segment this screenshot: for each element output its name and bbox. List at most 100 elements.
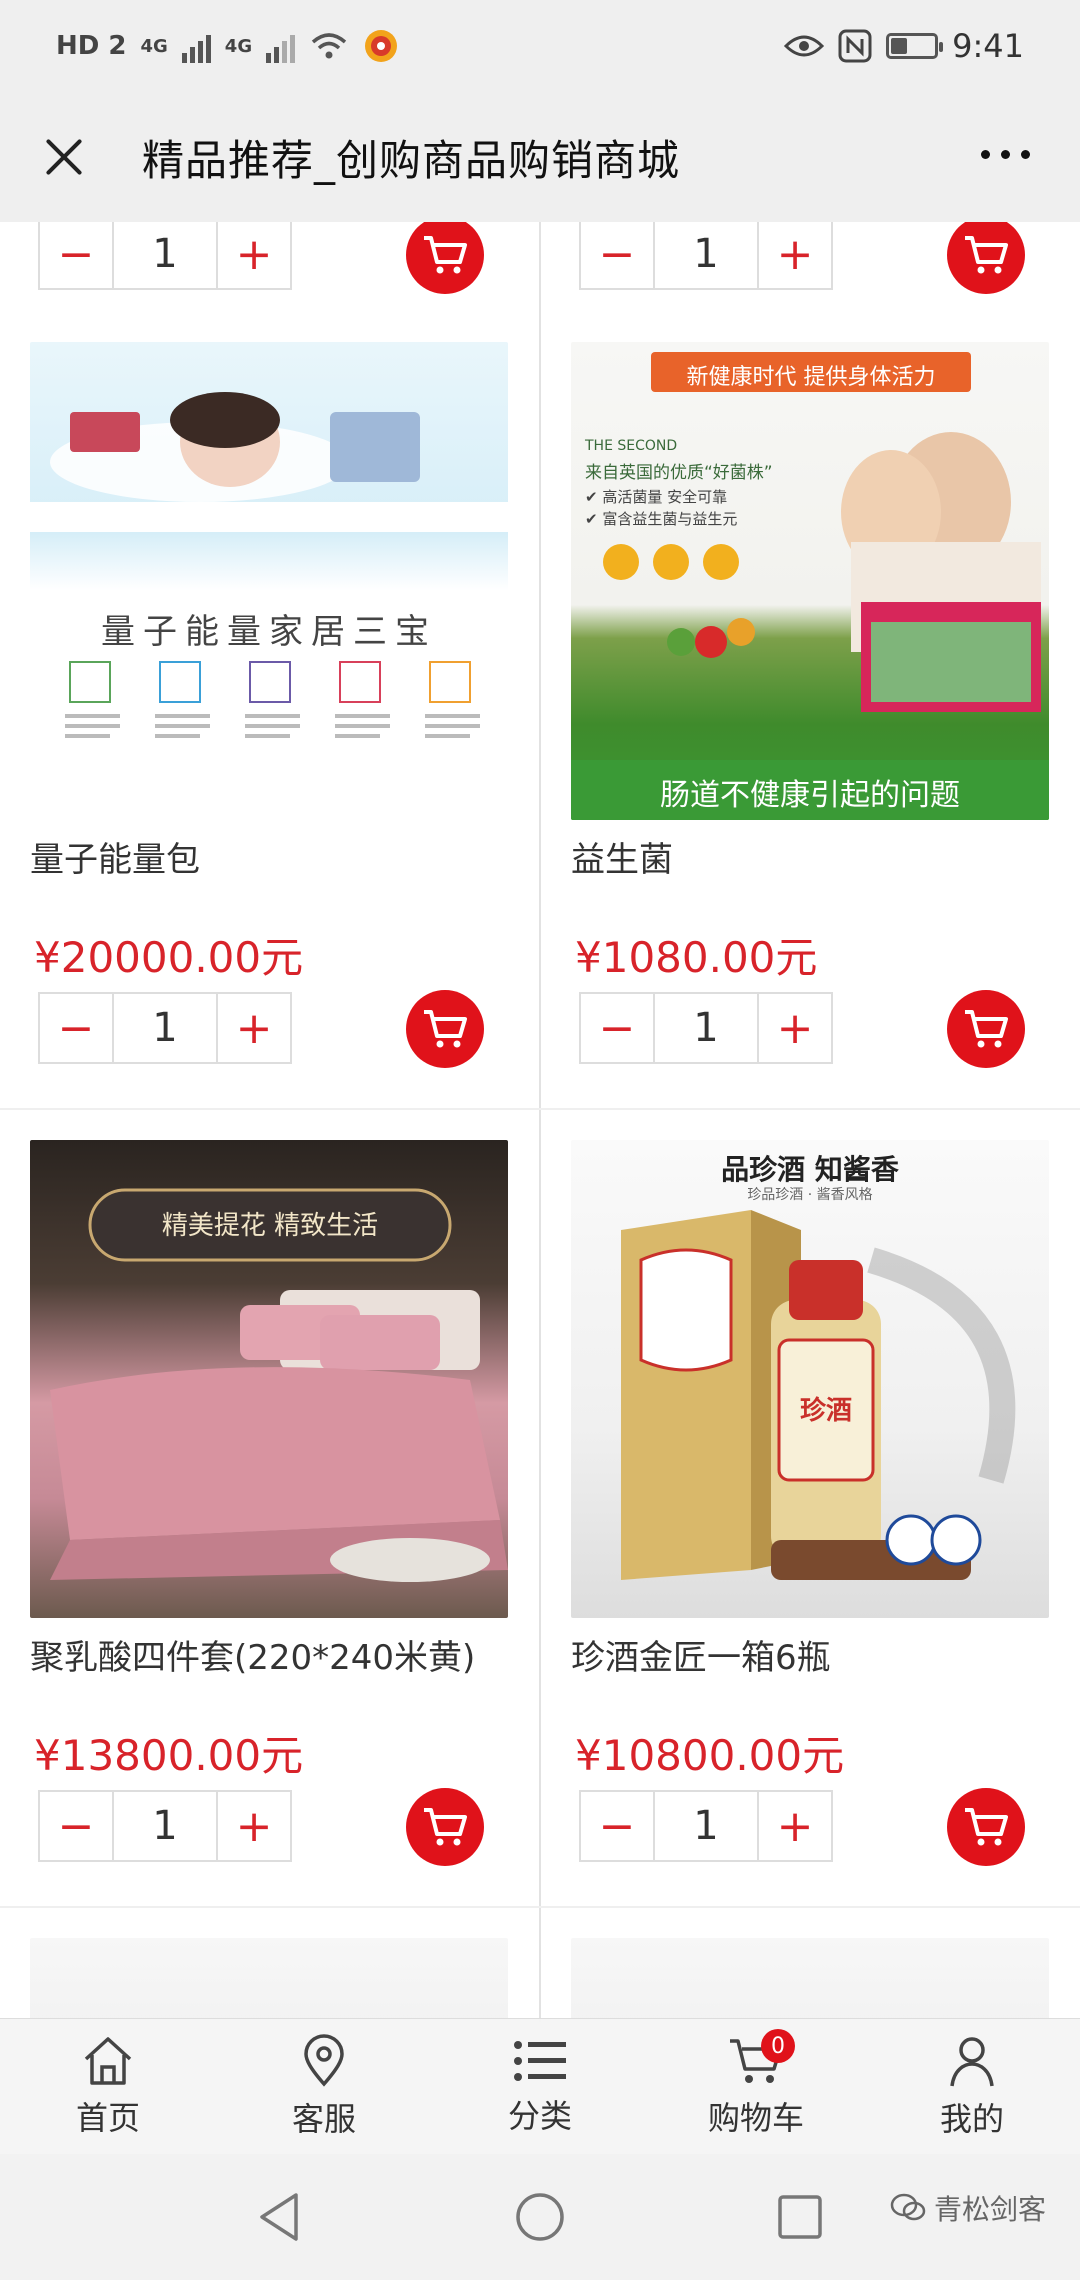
product-image[interactable]: 新健康时代 提供身体活力 THE SECOND 来自英国的优质“好菌株” ✔ 高…: [571, 342, 1049, 820]
decrease-button[interactable]: −: [581, 222, 653, 288]
nav-service[interactable]: 客服: [216, 2019, 432, 2154]
app-notification-icon: [365, 30, 398, 62]
battery-icon: [886, 33, 944, 59]
nav-category[interactable]: 分类: [432, 2019, 648, 2154]
image-caption: 肠道不健康引起的问题: [660, 778, 960, 813]
cart-icon: [424, 236, 467, 274]
cart-icon: [424, 1010, 467, 1048]
list-icon: [514, 2040, 566, 2081]
decrease-button[interactable]: −: [40, 994, 112, 1062]
cart-icon: [965, 1010, 1008, 1048]
quantity-stepper[interactable]: − 1 +: [579, 1790, 833, 1862]
product-image[interactable]: 精美提花 精致生活: [30, 1140, 508, 1618]
product-image[interactable]: 量子能量家居三宝: [30, 342, 508, 820]
quantity-stepper[interactable]: − 1 +: [579, 222, 833, 290]
product-card[interactable]: 精美提花 精致生活 聚乳酸四件套(220*240米黄) ¥13800.00元 −…: [0, 1110, 539, 1906]
clock: 9:41: [952, 27, 1024, 65]
product-list[interactable]: − 1 + − 1 + 量子能量家居三宝 量子能量包 ¥20000.00元 − …: [0, 222, 1080, 2022]
decrease-button[interactable]: −: [581, 1792, 653, 1860]
product-image[interactable]: [30, 1938, 508, 2022]
increase-button[interactable]: +: [218, 1792, 290, 1860]
location-pin-icon: [304, 2033, 344, 2087]
add-to-cart-button[interactable]: [406, 222, 484, 294]
nav-label: 购物车: [707, 2098, 804, 2137]
back-icon[interactable]: [256, 2191, 304, 2243]
product-price: ¥1080.00元: [575, 933, 818, 982]
decrease-button[interactable]: −: [40, 1792, 112, 1860]
page-title: 精品推荐_创购商品购销商城: [142, 135, 681, 185]
quantity-value[interactable]: 1: [653, 222, 759, 288]
nav-cart[interactable]: 0 购物车: [648, 2019, 864, 2154]
quantity-value[interactable]: 1: [112, 222, 218, 288]
title-bar: 精品推荐_创购商品购销商城: [0, 92, 1080, 222]
add-to-cart-button[interactable]: [406, 990, 484, 1068]
nav-profile[interactable]: 我的: [864, 2019, 1080, 2154]
product-name[interactable]: 珍酒金匠一箱6瓶: [571, 1630, 831, 1679]
cart-icon: [965, 236, 1008, 274]
product-card[interactable]: 新健康时代 提供身体活力 THE SECOND 来自英国的优质“好菌株” ✔ 高…: [541, 312, 1080, 1108]
cart-icon: [965, 1808, 1008, 1846]
add-to-cart-button[interactable]: [947, 990, 1025, 1068]
wifi-icon: [311, 33, 347, 59]
product-card[interactable]: 品珍酒 知酱香 珍品珍酒 · 酱香风格 珍酒 珍酒金匠一箱6瓶 ¥10800.0…: [541, 1110, 1080, 1906]
add-to-cart-button[interactable]: [947, 1788, 1025, 1866]
add-to-cart-button[interactable]: [406, 1788, 484, 1866]
quantity-stepper[interactable]: − 1 +: [38, 992, 292, 1064]
add-to-cart-button[interactable]: [947, 222, 1025, 294]
image-caption: 量子能量家居三宝: [101, 612, 437, 652]
quantity-value[interactable]: 1: [653, 1792, 759, 1860]
quantity-value[interactable]: 1: [112, 1792, 218, 1860]
image-subtitle: THE SECOND: [585, 438, 678, 454]
image-caption: 精美提花 精致生活: [161, 1211, 379, 1241]
product-card[interactable]: 量子能量家居三宝 量子能量包 ¥20000.00元 − 1 +: [0, 312, 539, 1108]
product-card[interactable]: [0, 1908, 539, 2022]
close-icon[interactable]: [36, 129, 92, 185]
home-icon: [84, 2036, 132, 2085]
product-name[interactable]: 量子能量包: [30, 832, 200, 881]
more-menu-icon[interactable]: [981, 150, 1030, 159]
decrease-button[interactable]: −: [40, 222, 112, 288]
signal-strength-icon-2: [266, 29, 296, 63]
nav-label: 我的: [939, 2099, 1004, 2138]
increase-button[interactable]: +: [218, 222, 290, 288]
image-text-3: ✔ 富含益生菌与益生元: [585, 510, 738, 528]
quantity-value[interactable]: 1: [653, 994, 759, 1062]
increase-button[interactable]: +: [759, 1792, 831, 1860]
product-price: ¥20000.00元: [34, 933, 304, 982]
hd-indicator: HD 2: [56, 31, 127, 61]
nav-home[interactable]: 首页: [0, 2019, 216, 2154]
image-text-2: ✔ 高活菌量 安全可靠: [585, 488, 728, 506]
product-price: ¥13800.00元: [34, 1731, 304, 1780]
product-name[interactable]: 益生菌: [571, 832, 673, 881]
signal-strength-icon: [181, 29, 211, 63]
bottom-nav: 首页 客服 分类 0 购物车 我的: [0, 2018, 1080, 2154]
product-image[interactable]: [571, 1938, 1049, 2022]
product-name[interactable]: 聚乳酸四件套(220*240米黄): [30, 1630, 475, 1679]
signal-4g-label-2: 4G: [224, 35, 253, 57]
user-icon: [950, 2036, 994, 2086]
increase-button[interactable]: +: [759, 222, 831, 288]
nav-label: 分类: [507, 2096, 572, 2135]
quantum-home-image: [30, 392, 508, 738]
increase-button[interactable]: +: [759, 994, 831, 1062]
recents-icon[interactable]: [776, 2193, 824, 2241]
quantity-value[interactable]: 1: [112, 994, 218, 1062]
product-card[interactable]: [541, 1908, 1080, 2022]
increase-button[interactable]: +: [218, 994, 290, 1062]
quantity-stepper[interactable]: − 1 +: [38, 222, 292, 290]
nfc-icon: [838, 29, 872, 63]
product-image[interactable]: 品珍酒 知酱香 珍品珍酒 · 酱香风格 珍酒: [571, 1140, 1049, 1618]
watermark: 青松剑客: [890, 2188, 1046, 2228]
signal-4g-label-1: 4G: [140, 35, 168, 57]
bottle-label: 珍酒: [799, 1396, 852, 1426]
decrease-button[interactable]: −: [581, 994, 653, 1062]
cart-badge: 0: [761, 2029, 795, 2063]
probiotic-image: [571, 352, 1049, 820]
home-button-icon[interactable]: [514, 2191, 566, 2243]
quantity-stepper[interactable]: − 1 +: [579, 992, 833, 1064]
image-sub: 珍品珍酒 · 酱香风格: [747, 1187, 873, 1203]
wechat-icon: [890, 2193, 926, 2221]
quantity-stepper[interactable]: − 1 +: [38, 1790, 292, 1862]
image-text-1: 来自英国的优质“好菌株”: [585, 463, 773, 483]
eye-comfort-icon: [784, 35, 825, 57]
